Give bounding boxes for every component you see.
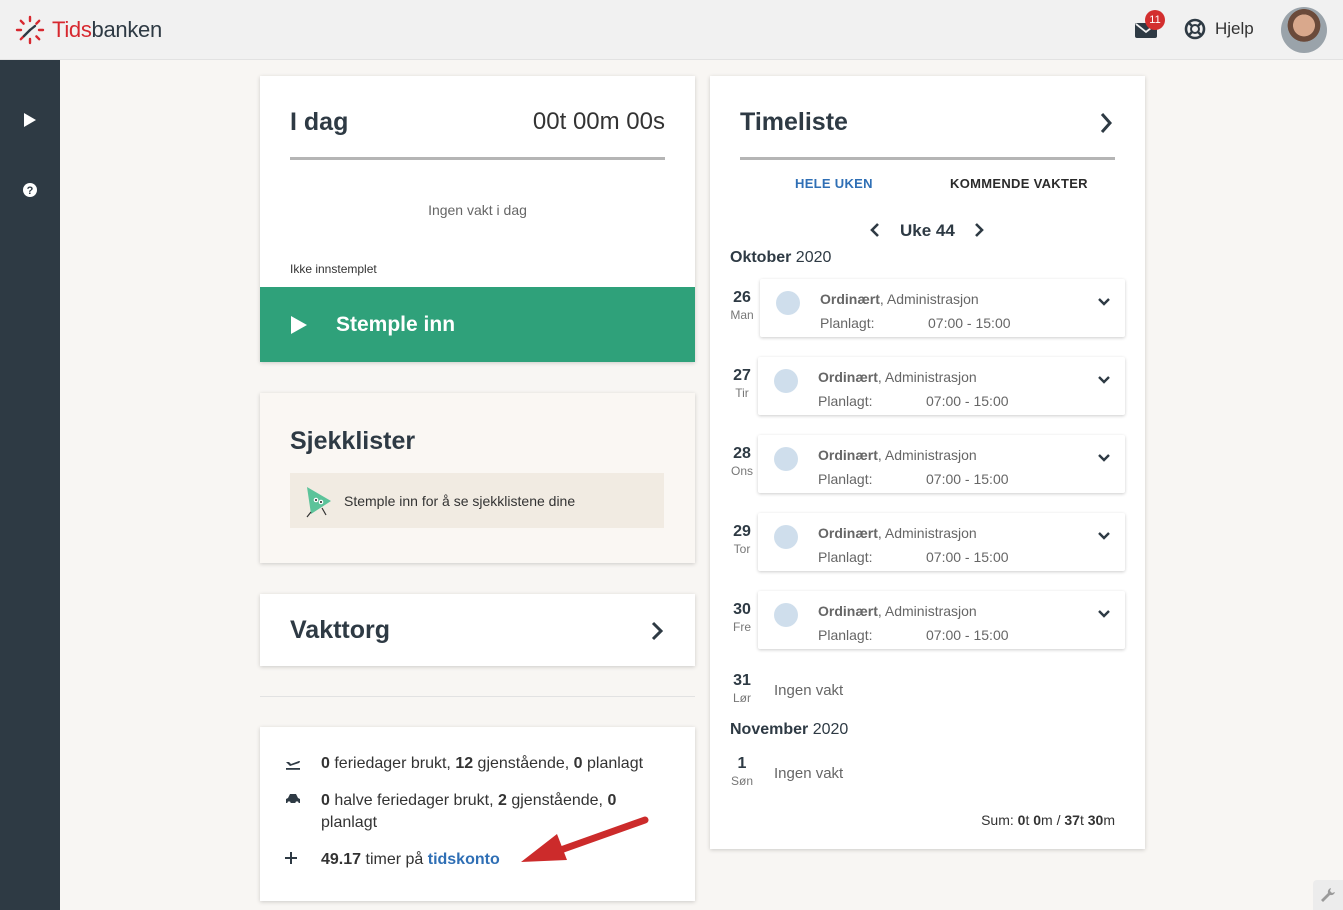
chevron-down-icon[interactable] — [1097, 529, 1111, 543]
mascot-icon — [306, 486, 331, 517]
vacation-days-row: 0 feriedager brukt, 12 gjenstående, 0 pl… — [285, 753, 675, 775]
month-november: November 2020 — [730, 721, 849, 738]
sidebar-play-button[interactable] — [18, 108, 42, 132]
today-header: I dag 00t 00m 00s — [290, 108, 665, 160]
no-shift-label: Ingen vakt — [774, 682, 844, 699]
lifebuoy-icon — [1184, 18, 1206, 40]
logo[interactable]: Tidsbanken — [14, 14, 162, 46]
brand-name: Tidsbanken — [52, 17, 162, 42]
chevron-right-icon[interactable] — [973, 222, 985, 238]
shift-status-dot — [774, 603, 798, 627]
month-october: Oktober 2020 — [730, 249, 832, 266]
stamp-status: Ikke innstemplet — [290, 262, 377, 276]
market-title: Vakttorg — [290, 616, 391, 644]
help-label: Hjelp — [1215, 19, 1254, 38]
divider — [260, 696, 695, 697]
market-card[interactable]: Vakttorg — [260, 594, 695, 666]
plane-icon — [286, 761, 300, 770]
tab-whole-week[interactable]: HELE UKEN — [795, 176, 873, 191]
no-shift-text: Ingen vakt i dag — [428, 202, 527, 218]
tab-upcoming-shifts[interactable]: KOMMENDE VAKTER — [950, 176, 1088, 191]
shift-status-dot — [774, 447, 798, 471]
day-26: 26 Man — [730, 289, 754, 322]
day-28: 28 Ons — [730, 445, 753, 478]
play-icon — [24, 113, 36, 127]
mail-count-badge: 11 — [1145, 10, 1165, 30]
shift-card[interactable]: Ordinært, Administrasjon Planlagt: 07:00… — [758, 513, 1125, 571]
stamp-in-button[interactable]: Stemple inn — [260, 287, 695, 362]
chevron-right-icon[interactable] — [1099, 112, 1113, 134]
chevron-left-icon[interactable] — [869, 222, 881, 238]
week-label: Uke 44 — [900, 221, 955, 240]
chevron-down-icon[interactable] — [1097, 295, 1111, 309]
top-bar: Tidsbanken 11 Hjelp — [0, 0, 1343, 60]
today-timer: 00t 00m 00s — [532, 108, 665, 135]
chevron-down-icon[interactable] — [1097, 607, 1111, 621]
timesheet-sum: Sum: 0t 0m / 37t 30m — [981, 812, 1115, 828]
logo-icon — [15, 15, 45, 45]
timesheet-title: Timeliste — [740, 108, 848, 136]
today-card: I dag 00t 00m 00s Ingen vakt i dag Ikke … — [260, 76, 695, 362]
day-27: 27 Tir — [733, 367, 751, 400]
avatar[interactable] — [1281, 7, 1327, 53]
shift-status-dot — [776, 291, 800, 315]
today-title: I dag — [290, 108, 349, 136]
timesheet-header: Timeliste — [740, 108, 1115, 160]
svg-text:?: ? — [27, 185, 34, 197]
day-30: 30 Fre — [733, 601, 751, 634]
checklists-message-box: Stemple inn for å se sjekklistene dine — [290, 473, 664, 528]
plus-icon — [285, 852, 297, 864]
sidebar: ? — [0, 60, 60, 910]
no-shift-label: Ingen vakt — [774, 765, 844, 782]
stamp-in-label: Stemple inn — [336, 312, 456, 336]
timesheet-card: Timeliste HELE UKEN KOMMENDE VAKTER Uke … — [710, 76, 1145, 849]
chevron-down-icon[interactable] — [1097, 451, 1111, 465]
settings-tool-button[interactable] — [1313, 880, 1343, 910]
sidebar-help-button[interactable]: ? — [18, 178, 42, 202]
shift-card[interactable]: Ordinært, Administrasjon Planlagt: 07:00… — [758, 435, 1125, 493]
shift-status-dot — [774, 525, 798, 549]
question-icon: ? — [23, 183, 37, 197]
help-button[interactable]: Hjelp — [1184, 18, 1254, 40]
day-1: 1 Søn — [730, 755, 753, 788]
chevron-down-icon[interactable] — [1097, 373, 1111, 387]
day-31: 31 Lør — [733, 672, 751, 705]
chevron-right-icon — [651, 621, 664, 641]
day-29: 29 Tor — [733, 523, 751, 556]
wrench-icon — [1321, 888, 1335, 902]
checklists-title: Sjekklister — [290, 427, 416, 455]
shift-status-dot — [774, 369, 798, 393]
checklists-card: Sjekklister Stemple inn for å se sjekkli… — [260, 393, 695, 563]
shift-card[interactable]: Ordinært, Administrasjon Planlagt: 07:00… — [758, 591, 1125, 649]
checklists-message: Stemple inn for å se sjekklistene dine — [344, 492, 576, 509]
arrow-annotation — [521, 816, 649, 862]
car-icon — [286, 794, 300, 805]
play-icon — [291, 315, 307, 334]
time-account-link[interactable]: tidskonto — [428, 851, 500, 868]
shift-card[interactable]: Ordinært, Administrasjon Planlagt: 07:00… — [758, 357, 1125, 415]
shift-card[interactable]: Ordinært, Administrasjon Planlagt: 07:00… — [760, 279, 1125, 337]
